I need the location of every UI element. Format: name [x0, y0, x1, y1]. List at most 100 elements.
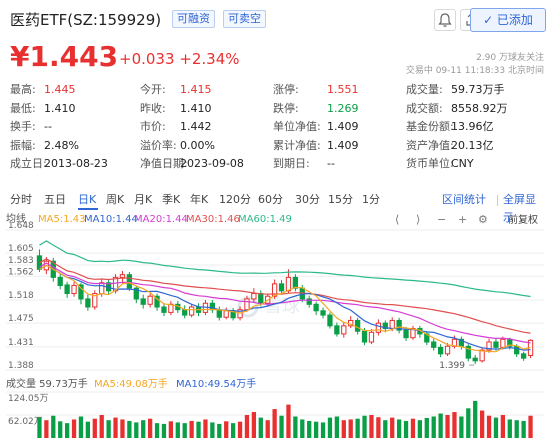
- tab-11[interactable]: 1分: [362, 191, 380, 209]
- volume-bar: [64, 423, 70, 438]
- plus-icon[interactable]: +: [458, 213, 467, 226]
- tab-1[interactable]: 五日: [44, 191, 66, 209]
- volume-bar: [127, 420, 132, 438]
- adjust-mode: 前复权: [508, 213, 538, 226]
- followers-count: 2.90 万球友关注: [476, 53, 544, 63]
- stat-cell: 昨收: 1.410: [140, 100, 212, 117]
- tab-5[interactable]: 季K: [162, 191, 180, 209]
- candle: [140, 298, 146, 305]
- volume-bar: [459, 416, 464, 438]
- volume-bar: [203, 419, 208, 438]
- ma30-legend: MA30:1.46: [186, 214, 240, 225]
- volume-bar: [106, 420, 111, 438]
- volume-bar: [189, 420, 194, 438]
- volume-bar: [300, 419, 305, 438]
- stat-cell: 换手: --: [10, 118, 52, 135]
- tab-4[interactable]: 月K: [134, 191, 152, 209]
- tab-9[interactable]: 30分: [295, 191, 320, 209]
- volume-bar: [272, 409, 277, 438]
- stat-label: 换手:: [10, 120, 36, 133]
- arrow-left-icon[interactable]: ⟨: [395, 213, 399, 226]
- tab-3[interactable]: 周K: [106, 191, 124, 209]
- stat-label: 涨停:: [273, 83, 299, 96]
- stat-label: 累计净值:: [273, 138, 321, 152]
- stat-label: 资产净值:: [406, 138, 454, 152]
- stat-label: 单位净值:: [273, 120, 321, 133]
- volume-bar: [327, 417, 333, 438]
- volume-bar: [85, 421, 91, 438]
- tab-10[interactable]: 15分: [328, 191, 353, 209]
- candle: [327, 314, 333, 327]
- candle: [64, 284, 70, 295]
- volume-y-tick: 124.05万: [8, 394, 49, 404]
- volume-ma5-legend: MA5:49.08万手: [94, 377, 168, 390]
- volume-bar: [230, 423, 236, 438]
- candle: [444, 345, 451, 355]
- kline-chart[interactable]: 均线 MA5:1.43MA10:1.44MA20:1.44MA30:1.46MA6…: [0, 212, 554, 438]
- short-sell-tag[interactable]: 可卖空: [223, 10, 266, 28]
- range-stats-link[interactable]: 区间统计: [442, 191, 486, 209]
- volume-bar: [196, 421, 201, 438]
- volume-bar: [507, 419, 512, 438]
- volume-bar: [161, 423, 167, 438]
- margin-buy-tag[interactable]: 可融资: [172, 10, 215, 28]
- volume-bar: [348, 419, 353, 438]
- tab-2[interactable]: 日K: [78, 191, 96, 209]
- volume-bar: [44, 420, 49, 438]
- candle: [479, 349, 485, 362]
- stat-value: 2.48%: [44, 138, 79, 152]
- candle: [126, 274, 133, 289]
- candle: [472, 357, 478, 362]
- volume-bar: [154, 423, 160, 438]
- notification-icon[interactable]: [434, 9, 456, 31]
- volume-bar: [293, 416, 298, 438]
- stat-cell: 今开: 1.415: [140, 81, 212, 98]
- volume-bar: [58, 421, 63, 438]
- stat-cell: 跌停: 1.269: [273, 100, 359, 117]
- stat-value: 0.00%: [180, 138, 215, 152]
- candle: [403, 329, 409, 339]
- arrow-right-icon[interactable]: ⟩: [416, 213, 420, 226]
- tab-6[interactable]: 年K: [190, 191, 208, 209]
- stat-label: 溢价率:: [140, 138, 177, 152]
- tab-0[interactable]: 分时: [10, 191, 32, 209]
- candle: [313, 303, 319, 312]
- volume-bar: [37, 417, 42, 438]
- divider: [497, 195, 498, 206]
- volume-bar: [113, 417, 118, 438]
- stat-value: --: [44, 120, 52, 133]
- volume-bar: [410, 418, 416, 438]
- candle: [251, 293, 257, 300]
- stat-value: 1.410: [44, 101, 76, 115]
- volume-bar: [403, 420, 409, 438]
- stat-value: 1.442: [180, 120, 212, 133]
- watchlist-added-button[interactable]: ✓ 已添加: [470, 8, 546, 32]
- volume-bar: [217, 423, 222, 438]
- tab-7[interactable]: 120分: [219, 191, 251, 209]
- volume-bar: [251, 412, 257, 438]
- volume-bar: [265, 420, 270, 438]
- candle: [216, 309, 222, 318]
- minus-icon[interactable]: −: [437, 213, 446, 226]
- candle: [258, 293, 264, 304]
- stat-value: 1.551: [327, 83, 359, 96]
- period-tabs: 分时 五日 日K 周K 月K 季K 年K 120分 60分 30分 15分 1分 区间统计 全屏显示: [10, 191, 546, 224]
- settings-icon[interactable]: ⚙: [478, 213, 488, 226]
- candle: [223, 310, 229, 318]
- candle: [188, 306, 195, 316]
- volume-bar: [514, 420, 519, 438]
- page-title: 医药ETF(SZ:159929): [10, 11, 162, 29]
- stat-label: 今开:: [140, 83, 166, 96]
- stat-value: 8558.92万: [451, 101, 508, 115]
- candle: [334, 325, 340, 335]
- stat-value: 1.415: [180, 83, 212, 96]
- volume-bar: [355, 418, 360, 438]
- volume-bar: [313, 421, 319, 438]
- volume-bar: [521, 420, 526, 438]
- volume-bar: [92, 418, 97, 438]
- tab-8[interactable]: 60分: [258, 191, 283, 209]
- stat-cell: 振幅: 2.48%: [10, 137, 79, 154]
- stat-cell: 涨停: 1.551: [273, 81, 359, 98]
- stat-value: 59.73万手: [451, 83, 505, 96]
- volume-bar: [182, 423, 187, 438]
